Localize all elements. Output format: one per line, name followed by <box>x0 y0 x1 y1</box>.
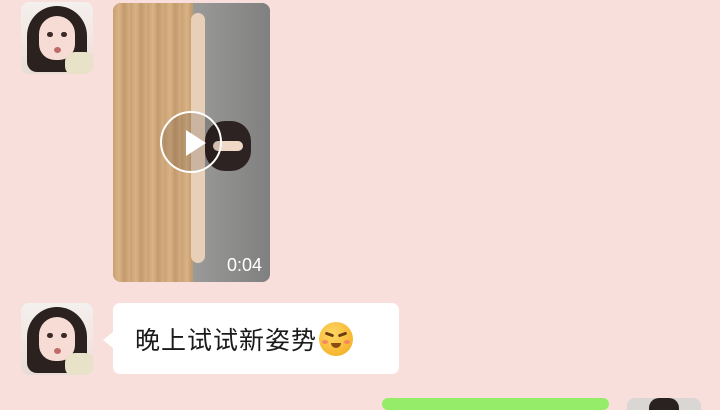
video-duration: 0:04 <box>226 255 262 275</box>
video-message[interactable]: 0:04 <box>113 3 270 282</box>
smirk-blush-emoji-icon <box>319 321 354 356</box>
contact-avatar[interactable] <box>21 303 93 375</box>
text-message-bubble[interactable]: 晚上试试新姿势 <box>103 303 399 374</box>
message-text: 晚上试试新姿势 <box>135 325 318 355</box>
self-avatar[interactable] <box>627 398 701 410</box>
contact-avatar[interactable] <box>21 2 93 74</box>
outgoing-message-bubble[interactable] <box>382 398 609 410</box>
play-icon[interactable] <box>160 111 222 173</box>
